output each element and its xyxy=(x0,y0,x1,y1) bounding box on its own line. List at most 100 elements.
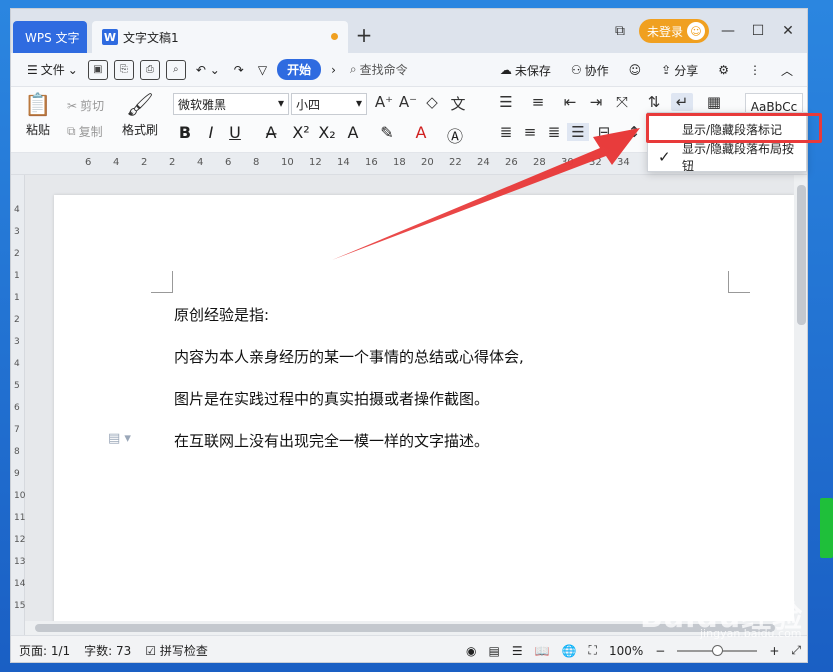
menu-item-2-label: 显示/隐藏段落布局按钮 xyxy=(682,142,795,173)
sort-icon[interactable]: ⇅ xyxy=(643,93,665,111)
zoom-value[interactable]: 100% xyxy=(609,644,643,658)
tab-document-label: 文字文稿1 xyxy=(123,30,179,45)
doc-line-2[interactable]: 内容为本人亲身经历的某一个事情的总结或心得体会, xyxy=(174,346,524,367)
copy-button[interactable]: ⧉ 复制 xyxy=(67,123,103,140)
distribute-icon[interactable]: ⊟ xyxy=(593,123,615,141)
strikethrough-icon[interactable]: A̶ xyxy=(261,123,281,142)
customize-icon[interactable]: ▽ xyxy=(254,63,271,77)
zoom-slider[interactable] xyxy=(677,644,758,656)
outline-view-icon[interactable]: ☰ xyxy=(512,644,523,658)
ruler-tick: 6 xyxy=(225,157,232,168)
close-button[interactable]: ✕ xyxy=(777,23,799,39)
annotation-highlight-box xyxy=(646,113,822,143)
maximize-button[interactable]: ☐ xyxy=(747,23,769,39)
file-menu[interactable]: ☰ 文件 ⌄ xyxy=(23,61,82,78)
decrease-font-icon[interactable]: A⁻ xyxy=(397,93,419,111)
chevron-right-icon[interactable]: › xyxy=(327,63,340,77)
vertical-ruler[interactable]: 4 3 2 1 1 2 3 4 5 6 7 8 9 10 11 12 13 14 15 xyxy=(11,175,25,637)
comment-icon[interactable]: ☺ xyxy=(625,63,646,77)
numbering-icon[interactable]: ≡ xyxy=(527,93,549,111)
reading-view-icon[interactable]: 📖 xyxy=(535,644,550,658)
zoom-in-button[interactable]: + xyxy=(769,644,779,658)
collapse-ribbon-icon[interactable]: ︿ xyxy=(777,62,797,79)
chinese-layout-icon[interactable]: ⤧ xyxy=(611,93,633,111)
ruler-tick: 11 xyxy=(14,513,26,523)
align-left-icon[interactable]: ≣ xyxy=(495,123,517,141)
font-select[interactable]: 微软雅黑 ▾ xyxy=(173,93,289,115)
paragraph-mark-icon[interactable]: ↵ xyxy=(671,93,693,111)
cut-button[interactable]: ✂ 剪切 xyxy=(67,97,104,114)
undo-icon[interactable]: ↶ ⌄ xyxy=(192,63,224,77)
paste-button[interactable]: 📋 粘贴 xyxy=(15,91,61,138)
menu-item-show-hide-layout-button[interactable]: 显示/隐藏段落布局按钮 xyxy=(648,142,806,173)
zoom-out-button[interactable]: − xyxy=(655,644,665,658)
bold-icon[interactable]: B xyxy=(175,123,195,142)
checkbox-icon: ☑ xyxy=(145,643,157,658)
char-border-icon[interactable]: Ⓐ xyxy=(445,123,465,147)
ruler-tick: 3 xyxy=(14,337,20,347)
bullets-icon[interactable]: ☰ xyxy=(495,93,517,111)
settings-icon[interactable]: ⚙ xyxy=(714,63,733,77)
ruler-tick: 2 xyxy=(14,315,20,325)
export-pdf-icon[interactable]: ⎘ xyxy=(113,59,134,80)
justify-icon[interactable]: ☰ xyxy=(567,123,589,141)
pinyin-icon[interactable]: 文 xyxy=(447,93,469,114)
tab-start[interactable]: 开始 xyxy=(277,59,322,80)
save-icon[interactable]: ▣ xyxy=(87,59,108,80)
align-right-icon[interactable]: ≣ xyxy=(543,123,565,141)
indent-icon[interactable]: ⇥ xyxy=(585,93,607,111)
more-icon[interactable]: ⋮ xyxy=(745,63,765,77)
collab-button[interactable]: ⚇ 协作 xyxy=(567,62,613,79)
print-icon[interactable]: ⎙ xyxy=(139,59,160,80)
font-color-icon[interactable]: A xyxy=(411,123,431,142)
outdent-icon[interactable]: ⇤ xyxy=(559,93,581,111)
paragraph-layout-icon[interactable]: ▤ ▾ xyxy=(108,431,131,446)
format-painter-button[interactable]: 🖌 格式刷 xyxy=(117,91,163,138)
text-effect-icon[interactable]: A xyxy=(343,123,363,142)
ruler-tick: 4 xyxy=(197,157,204,168)
clear-format-icon[interactable]: ◇ xyxy=(421,93,443,111)
page-count[interactable]: 页面: 1/1 xyxy=(19,642,70,659)
underline-icon[interactable]: U xyxy=(225,123,245,142)
doc-line-1[interactable]: 原创经验是指: xyxy=(174,304,269,325)
doc-line-3[interactable]: 图片是在实践过程中的真实拍摄或者操作截图。 xyxy=(174,388,489,409)
print-preview-icon[interactable]: ⌕ xyxy=(165,59,186,80)
italic-icon[interactable]: I xyxy=(201,123,221,142)
doc-line-4[interactable]: 在互联网上没有出现完全一模一样的文字描述。 xyxy=(174,430,489,451)
tab-document[interactable]: W 文字文稿1 xyxy=(92,21,348,53)
ruler-tick: 16 xyxy=(365,157,378,168)
web-view-icon[interactable]: 🌐 xyxy=(562,644,577,658)
redo-icon[interactable]: ↷ xyxy=(230,63,248,77)
spell-check-button[interactable]: ☑ 拼写检查 xyxy=(145,642,208,659)
line-spacing-icon[interactable]: ↕ xyxy=(623,123,645,141)
document-page[interactable]: 原创经验是指: 内容为本人亲身经历的某一个事情的总结或心得体会, 图片是在实践过… xyxy=(54,195,794,635)
align-center-icon[interactable]: ≡ xyxy=(519,123,541,141)
subscript-icon[interactable]: X₂ xyxy=(317,123,337,142)
unsaved-button[interactable]: ☁ 未保存 xyxy=(496,62,555,79)
superscript-icon[interactable]: X² xyxy=(291,123,311,142)
search-command[interactable]: ⌕ 查找命令 xyxy=(346,61,412,78)
zoom-slider-knob[interactable] xyxy=(712,644,724,656)
fullscreen-icon[interactable]: ⤢ xyxy=(791,643,801,658)
share-label: 分享 xyxy=(674,63,699,78)
ruler-tick: 3 xyxy=(14,227,20,237)
font-size-select[interactable]: 小四 ▾ xyxy=(291,93,367,115)
minimize-button[interactable]: — xyxy=(717,23,739,39)
word-count[interactable]: 字数: 73 xyxy=(84,642,131,659)
table-icon[interactable]: ▦ xyxy=(703,93,725,111)
vertical-scroll-thumb[interactable] xyxy=(797,185,806,325)
fit-page-icon[interactable]: ⛶ xyxy=(589,643,597,658)
page-view-icon[interactable]: ▤ xyxy=(489,644,500,658)
new-tab-button[interactable]: + xyxy=(351,23,377,49)
highlight-icon[interactable]: ✎ xyxy=(377,123,397,142)
layout-icon[interactable]: ⧉ xyxy=(609,23,631,39)
share-button[interactable]: ⇪ 分享 xyxy=(657,62,702,79)
eye-protection-icon[interactable]: ◉ xyxy=(466,644,476,658)
increase-font-icon[interactable]: A⁺ xyxy=(373,93,395,111)
unsaved-dot-icon xyxy=(331,33,338,40)
ruler-tick: 20 xyxy=(421,157,434,168)
tab-wps-home[interactable]: WPS 文字 xyxy=(13,21,87,53)
login-button[interactable]: 未登录 ☺ xyxy=(638,19,709,43)
file-menu-label: 文件 xyxy=(40,63,65,77)
ruler-tick: 8 xyxy=(14,447,20,457)
